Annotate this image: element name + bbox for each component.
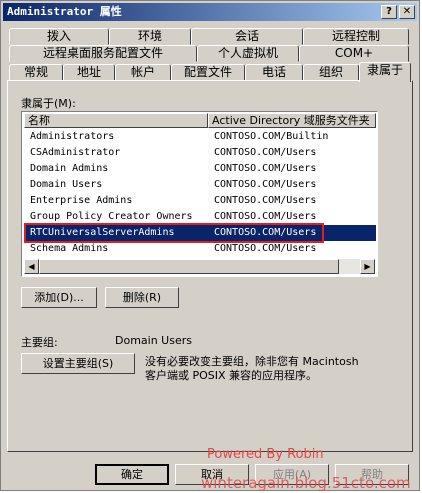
list-item[interactable]: Schema Admins CONTOSO.COM/Users bbox=[24, 241, 376, 257]
add-button[interactable]: 添加(D)... bbox=[21, 287, 97, 308]
tab-general[interactable]: 常规 bbox=[9, 64, 63, 81]
properties-window: Administrator 属性 ? ✕ 拨入 环境 会话 远程控制 远程桌面服… bbox=[0, 0, 420, 492]
remove-button[interactable]: 删除(R) bbox=[105, 287, 179, 308]
list-item[interactable]: Administrators CONTOSO.COM/Builtin bbox=[24, 129, 376, 145]
selection-highlight-box bbox=[24, 223, 324, 243]
list-header: 名称 Active Directory 域服务文件夹 bbox=[24, 113, 376, 128]
member-of-list[interactable]: 名称 Active Directory 域服务文件夹 Administrator… bbox=[21, 111, 378, 277]
tab-account[interactable]: 帐户 bbox=[115, 64, 171, 81]
scroll-thumb[interactable] bbox=[39, 259, 339, 274]
tab-dial-in[interactable]: 拨入 bbox=[9, 28, 109, 45]
primary-group-note-line2: 客户端或 POSIX 兼容的应用程序。 bbox=[145, 369, 318, 382]
watermark-line2: winteragain.blog.51cto.com bbox=[201, 474, 411, 492]
tab-telephones[interactable]: 电话 bbox=[245, 64, 303, 81]
list-item[interactable]: CSAdministrator CONTOSO.COM/Users bbox=[24, 145, 376, 161]
member-of-label: 隶属于(M): bbox=[21, 97, 76, 110]
close-icon[interactable]: ✕ bbox=[399, 5, 415, 19]
help-title-button[interactable]: ? bbox=[381, 5, 397, 19]
horizontal-scrollbar[interactable]: ◀ ▶ bbox=[24, 259, 375, 274]
tab-rds-profile[interactable]: 远程桌面服务配置文件 bbox=[9, 45, 197, 62]
column-header-name[interactable]: 名称 bbox=[24, 113, 208, 128]
primary-group-value: Domain Users bbox=[115, 334, 192, 347]
list-item[interactable]: Domain Users CONTOSO.COM/Users bbox=[24, 177, 376, 193]
tab-environment[interactable]: 环境 bbox=[109, 28, 191, 45]
list-item[interactable]: Enterprise Admins CONTOSO.COM/Users bbox=[24, 193, 376, 209]
tab-com-plus[interactable]: COM+ bbox=[299, 45, 409, 62]
set-primary-group-button[interactable]: 设置主要组(S) bbox=[21, 353, 135, 374]
tab-personal-vm[interactable]: 个人虚拟机 bbox=[197, 45, 299, 62]
column-header-folder[interactable]: Active Directory 域服务文件夹 bbox=[208, 113, 376, 128]
primary-group-label: 主要组: bbox=[21, 336, 58, 349]
right-arrow-icon[interactable]: ▶ bbox=[360, 259, 375, 274]
tab-sessions[interactable]: 会话 bbox=[191, 28, 303, 45]
tab-member-of[interactable]: 隶属于 bbox=[359, 62, 411, 82]
tab-remote-control[interactable]: 远程控制 bbox=[303, 28, 409, 45]
tab-profile[interactable]: 配置文件 bbox=[171, 64, 245, 81]
list-item[interactable]: Domain Admins CONTOSO.COM/Users bbox=[24, 161, 376, 177]
watermark-line1: Powered By Robin bbox=[207, 447, 324, 462]
ok-button[interactable]: 确定 bbox=[95, 464, 169, 485]
title-bar: Administrator 属性 ? ✕ bbox=[3, 3, 417, 21]
tab-organization[interactable]: 组织 bbox=[303, 64, 359, 81]
tab-address[interactable]: 地址 bbox=[63, 64, 115, 81]
window-title: Administrator 属性 bbox=[7, 5, 122, 18]
left-arrow-icon[interactable]: ◀ bbox=[24, 259, 39, 274]
